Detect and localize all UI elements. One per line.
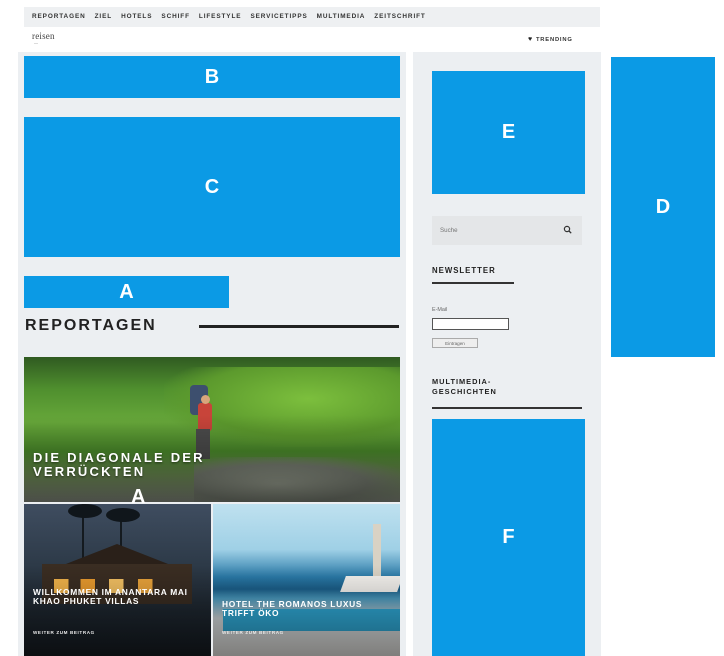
nav-item-zeitschrift[interactable]: ZEITSCHRIFT [374, 13, 425, 20]
search-box [432, 216, 582, 245]
article-title[interactable]: DIE DIAGONALE DER VERRÜCKTEN [33, 451, 273, 478]
placeholder-c: C [24, 117, 400, 257]
read-more-link[interactable]: WEITER ZUM BEITRAG [33, 630, 95, 635]
article-title[interactable]: HOTEL THE ROMANOS LUXUS TRIFFT ÖKO [222, 600, 392, 618]
heart-icon: ♥ [528, 36, 533, 43]
section-rule [199, 325, 399, 328]
tile-shade [24, 564, 211, 656]
placeholder-b: B [24, 56, 400, 98]
newsletter-title: NEWSLETTER [432, 266, 496, 275]
article-title[interactable]: WILLKOMMEN IM ANANTARA MAI KHAO PHUKET V… [33, 588, 203, 606]
nav-item-reportagen[interactable]: REPORTAGEN [32, 13, 86, 20]
multimedia-title: MULTIMEDIA-GESCHICHTEN [432, 377, 497, 396]
placeholder-e: E [432, 71, 585, 194]
multimedia-rule [432, 407, 582, 409]
palm-frond [68, 504, 102, 518]
email-label: E-Mail [432, 307, 448, 313]
nav-item-ziel[interactable]: ZIEL [95, 13, 112, 20]
newsletter-submit-button[interactable]: Eintragen [432, 338, 478, 348]
nav-menu: REPORTAGEN ZIEL HOTELS SCHIFF LIFESTYLE … [32, 13, 426, 20]
nav-item-schiff[interactable]: SCHIFF [161, 13, 189, 20]
nav-item-multimedia[interactable]: MULTIMEDIA [317, 13, 366, 20]
search-input[interactable] [440, 224, 550, 236]
section-title: REPORTAGEN [25, 317, 157, 334]
nav-item-lifestyle[interactable]: LIFESTYLE [199, 13, 242, 20]
palm-frond [106, 508, 140, 522]
trending-link[interactable]: ♥ TRENDING [528, 36, 573, 43]
read-more-link[interactable]: WEITER ZUM BEITRAG [222, 630, 284, 635]
placeholder-f: F [432, 419, 585, 656]
placeholder-d: D [611, 57, 715, 357]
logo-underline: — [34, 40, 39, 45]
article-tile-featured[interactable]: DIE DIAGONALE DER VERRÜCKTEN [24, 357, 400, 502]
placeholder-a: A [24, 276, 229, 308]
article-tile-anantara[interactable]: WILLKOMMEN IM ANANTARA MAI KHAO PHUKET V… [24, 504, 211, 656]
hiker-head [201, 395, 210, 404]
placeholder-a-label: A [131, 486, 146, 508]
nav-item-hotels[interactable]: HOTELS [121, 13, 152, 20]
top-navigation: REPORTAGEN ZIEL HOTELS SCHIFF LIFESTYLE … [24, 7, 600, 27]
email-field[interactable] [432, 318, 509, 330]
newsletter-rule [432, 282, 514, 284]
trending-label: TRENDING [535, 36, 573, 43]
article-tile-romanos[interactable]: HOTEL THE ROMANOS LUXUS TRIFFT ÖKO WEITE… [213, 504, 400, 656]
nav-item-servicetipps[interactable]: SERVICETIPPS [250, 13, 307, 20]
search-icon[interactable] [562, 224, 574, 236]
